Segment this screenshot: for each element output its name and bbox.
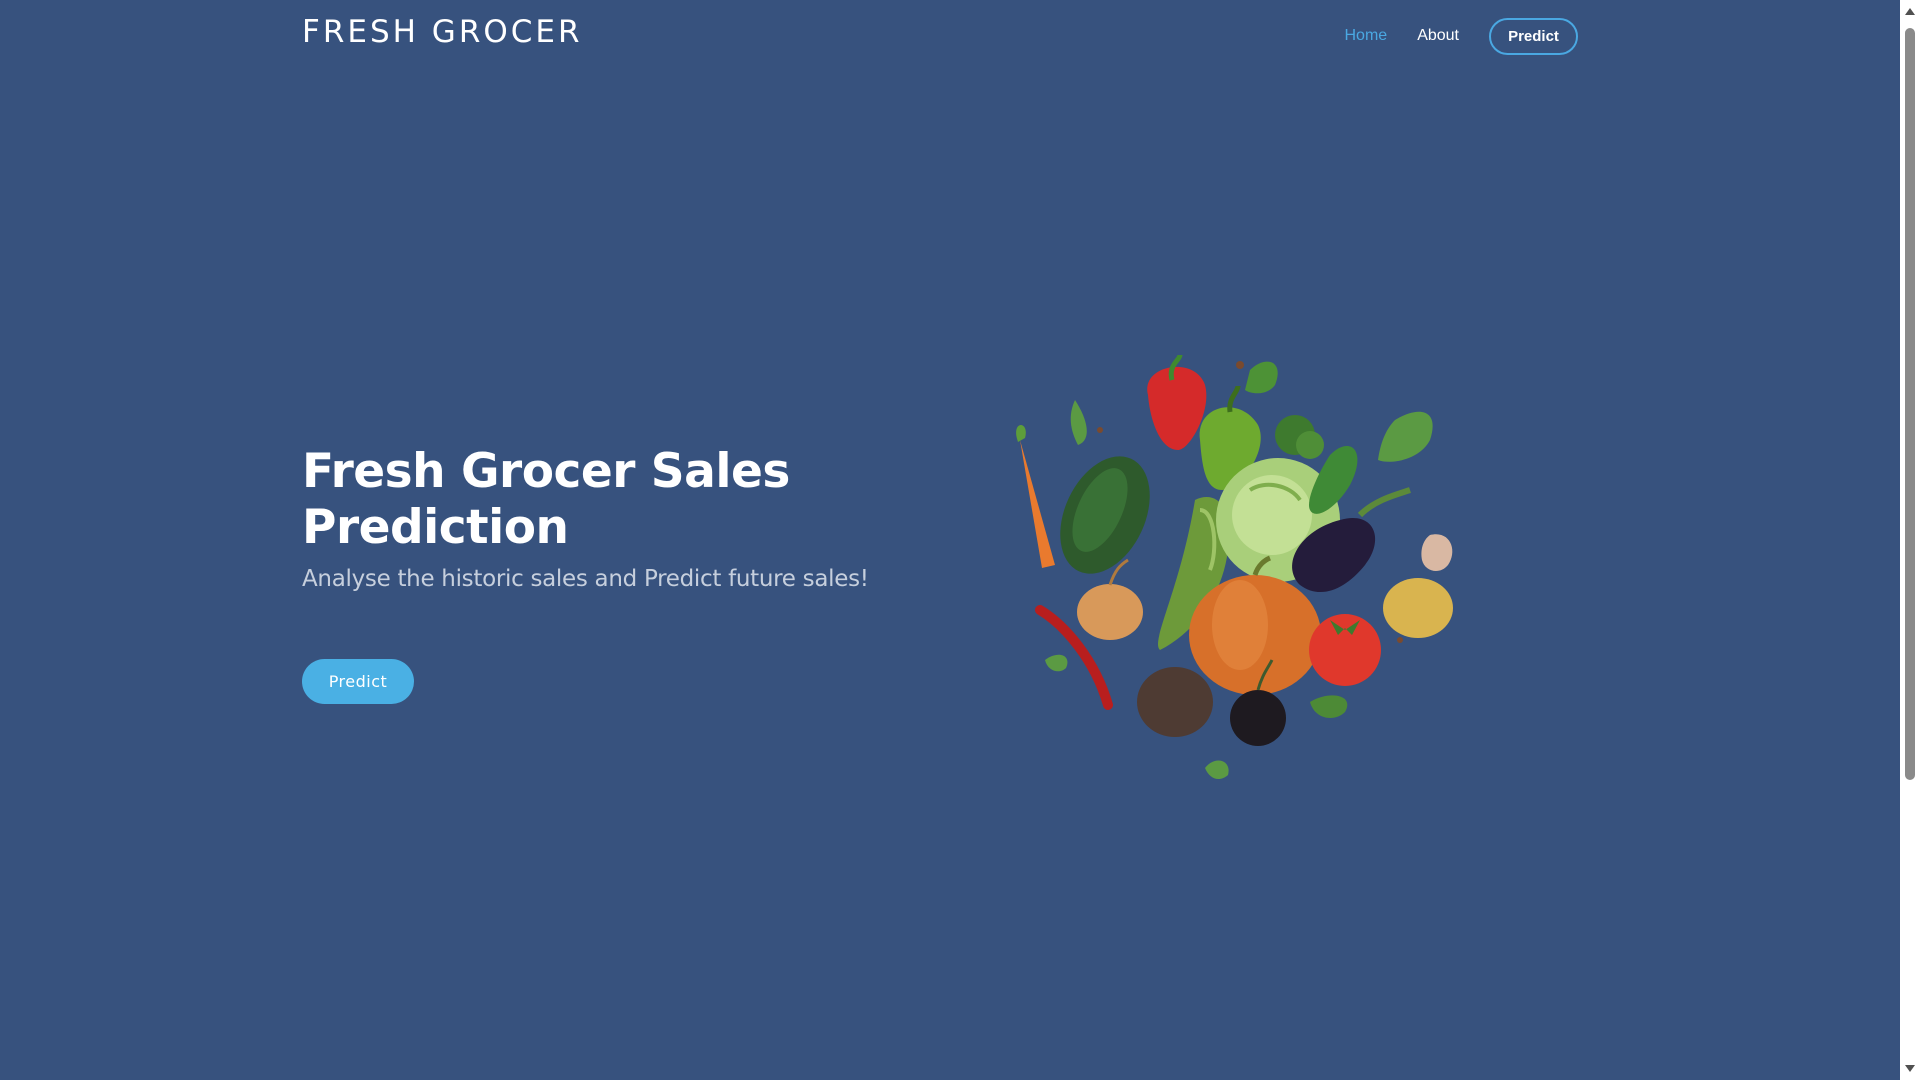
hero-predict-button[interactable]: Predict	[302, 659, 414, 704]
scroll-up-arrow-icon[interactable]	[1905, 8, 1915, 15]
nav-link-home[interactable]: Home	[1345, 27, 1388, 45]
hero-title: Fresh Grocer Sales Prediction	[302, 444, 790, 555]
hero-subtitle: Analyse the historic sales and Predict f…	[302, 566, 869, 592]
brand-logo[interactable]: FRESH GROCER	[302, 14, 583, 50]
top-navbar: FRESH GROCER Home About Predict	[0, 0, 1900, 72]
vegetables-icon	[1016, 354, 1453, 780]
main-nav: Home About Predict	[1315, 16, 1578, 56]
nav-link-about[interactable]: About	[1417, 27, 1459, 45]
scroll-down-arrow-icon[interactable]	[1905, 1065, 1915, 1072]
page: FRESH GROCER Home About Predict Fresh Gr…	[0, 0, 1920, 1080]
nav-predict-button[interactable]: Predict	[1489, 17, 1578, 55]
vertical-scrollbar[interactable]	[1900, 0, 1920, 1080]
scroll-thumb[interactable]	[1905, 28, 1915, 780]
